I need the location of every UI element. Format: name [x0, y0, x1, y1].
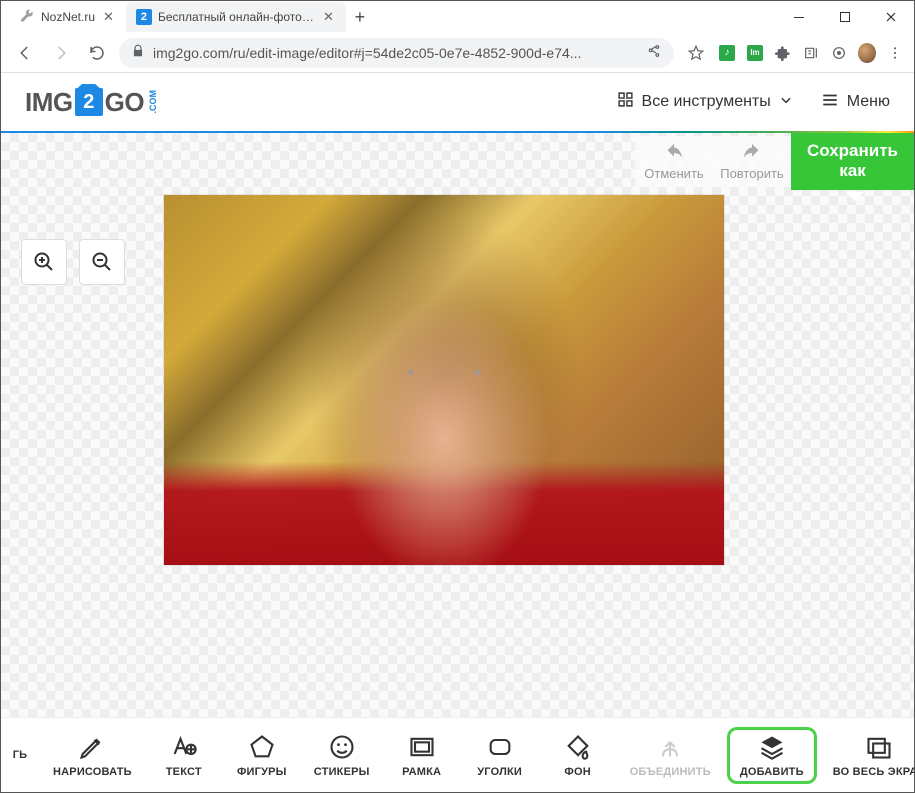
tool-background[interactable]: ФОН: [542, 727, 614, 784]
tool-text[interactable]: ТЕКСТ: [148, 727, 220, 784]
address-bar: img2go.com/ru/edit-image/editor#j=54de2c…: [1, 33, 914, 73]
canvas-image[interactable]: [164, 195, 724, 565]
save-as-line2: как: [807, 161, 898, 181]
undo-redo-group: Отменить Повторить: [635, 136, 791, 187]
logo-suffix: .COM: [148, 90, 158, 114]
rounded-rect-icon: [486, 733, 514, 761]
bottom-toolbar: ГЬ НАРИСОВАТЬ ТЕКСТ ФИГУРЫ СТИКЕРЫ РАМКА…: [1, 717, 914, 792]
tool-corners[interactable]: УГОЛКИ: [464, 727, 536, 784]
tool-label: РАМКА: [402, 766, 441, 778]
redo-label: Повторить: [720, 166, 783, 181]
redo-button[interactable]: Повторить: [713, 136, 791, 187]
incognito-icon[interactable]: [830, 44, 848, 62]
logo-text-right: GO: [105, 87, 144, 118]
minimize-button[interactable]: [776, 1, 822, 33]
close-icon[interactable]: ✕: [101, 9, 116, 25]
site-header: IMG 2 GO .COM Все инструменты Меню: [1, 73, 914, 133]
tool-add[interactable]: ДОБАВИТЬ: [727, 727, 817, 784]
save-as-button[interactable]: Сохранить как: [791, 133, 914, 190]
chevron-down-icon: [779, 93, 793, 112]
undo-label: Отменить: [644, 166, 703, 181]
tool-label: СТИКЕРЫ: [314, 766, 370, 778]
forward-button: [47, 39, 75, 67]
site-logo[interactable]: IMG 2 GO .COM: [25, 87, 158, 118]
back-button[interactable]: [11, 39, 39, 67]
tool-crop-partial[interactable]: ГЬ: [9, 743, 37, 767]
zoom-in-icon: [32, 250, 56, 274]
save-dropdown-caret[interactable]: [842, 189, 868, 210]
tool-label: ДОБАВИТЬ: [740, 766, 804, 778]
zoom-in-button[interactable]: [21, 239, 67, 285]
grid-icon: [617, 91, 634, 113]
ext-im-icon[interactable]: Im: [746, 44, 764, 62]
tool-label: ГЬ: [13, 749, 28, 761]
header-right: Все инструменты Меню: [617, 91, 890, 114]
zoom-out-icon: [90, 250, 114, 274]
reload-button[interactable]: [83, 39, 111, 67]
share-icon[interactable]: [646, 43, 662, 62]
tab-inactive[interactable]: NozNet.ru ✕: [9, 2, 126, 32]
tab-title: NozNet.ru: [41, 10, 95, 24]
tab-title: Бесплатный онлайн-фоторедак: [158, 10, 315, 24]
main-menu[interactable]: Меню: [821, 91, 890, 114]
layers-icon: [758, 733, 786, 761]
top-right-toolbar: Отменить Повторить Сохранить как: [635, 133, 914, 190]
tool-shapes[interactable]: ФИГУРЫ: [226, 727, 298, 784]
hamburger-icon: [821, 91, 839, 114]
frame-icon: [408, 733, 436, 761]
all-tools-label: Все инструменты: [642, 93, 771, 111]
tool-merge: ОБЪЕДИНИТЬ: [620, 727, 721, 784]
logo-badge: 2: [75, 88, 103, 116]
logo-text-left: IMG: [25, 87, 73, 118]
close-button[interactable]: [868, 1, 914, 33]
profile-avatar[interactable]: [858, 44, 876, 62]
window-controls: [776, 1, 914, 33]
smiley-icon: [328, 733, 356, 761]
tool-label: ОБЪЕДИНИТЬ: [630, 766, 711, 778]
merge-icon: [656, 733, 684, 761]
tool-label: ТЕКСТ: [166, 766, 202, 778]
lock-icon: [131, 44, 145, 61]
close-icon[interactable]: ✕: [321, 9, 336, 25]
reading-list-icon[interactable]: [802, 44, 820, 62]
url-text: img2go.com/ru/edit-image/editor#j=54de2c…: [153, 45, 638, 61]
titlebar: NozNet.ru ✕ 2 Бесплатный онлайн-фотореда…: [1, 1, 914, 33]
zoom-controls: [21, 239, 125, 285]
img2go-favicon: 2: [136, 9, 152, 25]
new-tab-button[interactable]: +: [346, 3, 374, 31]
ext-music-icon[interactable]: ♪: [718, 44, 736, 62]
tabs-row: NozNet.ru ✕ 2 Бесплатный онлайн-фотореда…: [9, 1, 776, 33]
tool-stickers[interactable]: СТИКЕРЫ: [304, 727, 380, 784]
tool-label: НАРИСОВАТЬ: [53, 766, 132, 778]
maximize-button[interactable]: [822, 1, 868, 33]
editor-canvas-area: Отменить Повторить Сохранить как: [1, 133, 914, 717]
tool-label: ФОН: [564, 766, 591, 778]
fullscreen-icon: [865, 733, 893, 761]
undo-icon: [663, 142, 685, 164]
wrench-icon: [19, 9, 35, 25]
text-icon: [170, 733, 198, 761]
extensions: ♪ Im: [718, 44, 904, 62]
tab-active[interactable]: 2 Бесплатный онлайн-фоторедак ✕: [126, 2, 346, 32]
url-field[interactable]: img2go.com/ru/edit-image/editor#j=54de2c…: [119, 38, 674, 68]
star-button[interactable]: [682, 39, 710, 67]
menu-label: Меню: [847, 93, 890, 111]
redo-icon: [741, 142, 763, 164]
paint-bucket-icon: [564, 733, 592, 761]
pencil-icon: [78, 733, 106, 761]
tool-draw[interactable]: НАРИСОВАТЬ: [43, 727, 142, 784]
browser-window: NozNet.ru ✕ 2 Бесплатный онлайн-фотореда…: [0, 0, 915, 793]
browser-menu-icon[interactable]: [886, 44, 904, 62]
save-as-line1: Сохранить: [807, 141, 898, 161]
pentagon-icon: [248, 733, 276, 761]
tool-label: ФИГУРЫ: [237, 766, 287, 778]
tool-label: ВО ВЕСЬ ЭКРАН: [833, 766, 914, 778]
tool-frame[interactable]: РАМКА: [386, 727, 458, 784]
undo-button[interactable]: Отменить: [635, 136, 713, 187]
tool-label: УГОЛКИ: [477, 766, 522, 778]
all-tools-menu[interactable]: Все инструменты: [617, 91, 793, 113]
zoom-out-button[interactable]: [79, 239, 125, 285]
extensions-puzzle-icon[interactable]: [774, 44, 792, 62]
tool-fullscreen[interactable]: ВО ВЕСЬ ЭКРАН: [823, 727, 914, 784]
